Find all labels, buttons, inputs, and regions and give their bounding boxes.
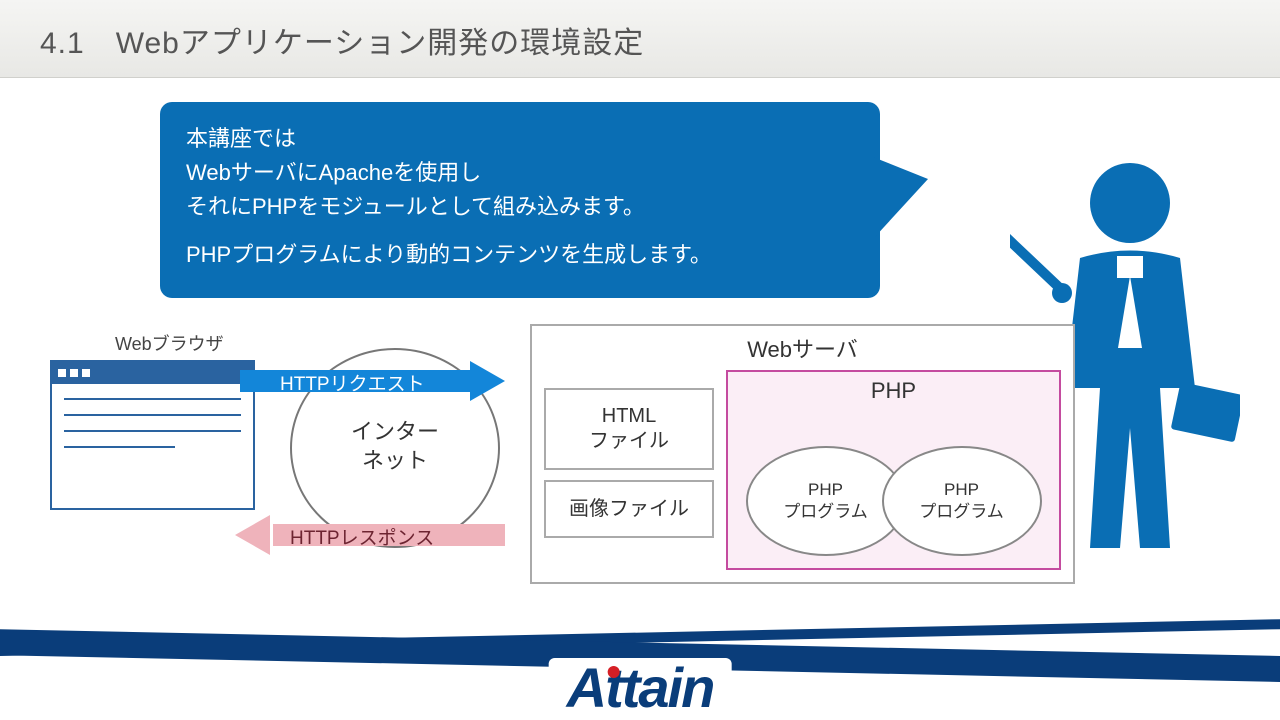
- http-response-arrow: HTTPレスポンス: [235, 518, 505, 552]
- bubble-line: PHPプログラムにより動的コンテンツを生成します。: [186, 238, 854, 272]
- http-request-arrow: HTTPリクエスト: [240, 364, 505, 398]
- php-program-oval: PHP プログラム: [882, 446, 1042, 556]
- browser-label: Webブラウザ: [115, 330, 224, 356]
- server-title: Webサーバ: [544, 332, 1061, 364]
- bubble-tail-icon: [873, 157, 928, 239]
- logo-dot-icon: [607, 666, 619, 678]
- image-file-box: 画像ファイル: [544, 480, 714, 538]
- slide-header: 4.1 Webアプリケーション開発の環境設定: [0, 0, 1280, 78]
- speech-bubble: 本講座では WebサーバにApacheを使用し それにPHPをモジュールとして組…: [160, 102, 880, 298]
- brand-logo-text: Attain: [567, 660, 714, 716]
- php-module-box: PHP PHP プログラム PHP プログラム: [726, 370, 1061, 570]
- html-file-box: HTML ファイル: [544, 388, 714, 470]
- architecture-diagram: Webブラウザ インター ネット HTTPリクエスト HTTPレスポンス Web…: [55, 330, 1115, 660]
- php-title: PHP: [728, 378, 1059, 404]
- browser-titlebar-icon: [52, 362, 253, 384]
- slide-title: 4.1 Webアプリケーション開発の環境設定: [40, 18, 1240, 62]
- bubble-line: WebサーバにApacheを使用し: [186, 156, 854, 190]
- internet-label: インター ネット: [350, 418, 440, 475]
- http-response-label: HTTPレスポンス: [290, 523, 434, 550]
- http-request-label: HTTPリクエスト: [280, 369, 425, 396]
- bubble-line: 本講座では: [186, 122, 854, 156]
- slide-canvas: 本講座では WebサーバにApacheを使用し それにPHPをモジュールとして組…: [0, 78, 1280, 720]
- browser-icon: [50, 360, 255, 510]
- brand-logo: Attain: [549, 658, 732, 716]
- web-server-box: Webサーバ HTML ファイル 画像ファイル PHP PHP プログラム PH…: [530, 324, 1075, 584]
- bubble-line: それにPHPをモジュールとして組み込みます。: [186, 190, 854, 224]
